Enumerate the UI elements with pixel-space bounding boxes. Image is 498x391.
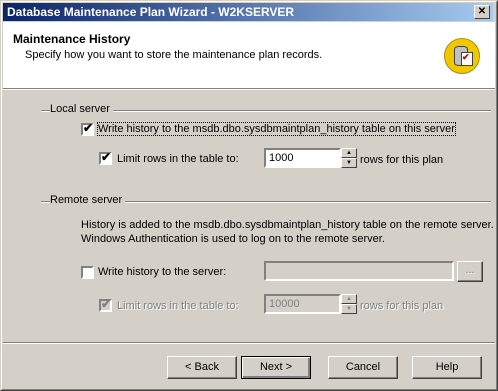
limit-rows-remote-spinner[interactable]: ▲ ▼ (341, 294, 357, 314)
close-button[interactable]: ✕ (474, 5, 490, 19)
write-history-remote-label[interactable]: Write history to the server: (98, 266, 226, 278)
cancel-button[interactable]: Cancel (328, 356, 398, 379)
checkmark-icon: ✔ (101, 150, 112, 164)
remote-server-input[interactable] (264, 261, 454, 281)
browse-server-label: ... (465, 264, 475, 276)
limit-rows-remote-checkbox[interactable]: ✔ (99, 297, 112, 312)
wizard-header: Maintenance History Specify how you want… (3, 22, 495, 88)
checkmark-icon: ✔ (83, 121, 94, 135)
title-bar[interactable]: Database Maintenance Plan Wizard - W2KSE… (3, 3, 493, 21)
page-title: Maintenance History (13, 32, 131, 46)
limit-rows-local-suffix: rows for this plan (360, 154, 444, 166)
local-server-label: Local server (50, 103, 113, 115)
limit-rows-remote-suffix: rows for this plan (360, 300, 444, 312)
checkmark-icon: ✔ (101, 297, 112, 311)
back-button[interactable]: < Back (167, 356, 237, 379)
spin-up-icon[interactable]: ▲ (341, 294, 357, 304)
remote-info-line2: Windows Authentication is used to log on… (81, 233, 385, 245)
browse-server-button[interactable]: ... (457, 261, 483, 282)
spin-down-icon[interactable]: ▼ (341, 304, 357, 314)
remote-server-label: Remote server (50, 194, 126, 206)
spin-down-icon[interactable]: ▼ (341, 158, 357, 168)
wizard-window: Database Maintenance Plan Wizard - W2KSE… (0, 0, 498, 391)
limit-rows-remote-label[interactable]: Limit rows in the table to: (117, 300, 239, 312)
spin-up-icon[interactable]: ▲ (341, 148, 357, 158)
maintenance-plan-icon: ✔ (444, 38, 480, 74)
write-history-local-label[interactable]: Write history to the msdb.dbo.sysdbmaint… (97, 122, 456, 136)
remote-info-line1: History is added to the msdb.dbo.sysdbma… (81, 219, 494, 231)
footer-divider (3, 342, 495, 344)
limit-rows-local-spinner[interactable]: ▲ ▼ (341, 148, 357, 168)
write-history-remote-checkbox[interactable] (81, 266, 94, 279)
limit-rows-remote-input[interactable]: 10000 (264, 294, 341, 314)
window-title: Database Maintenance Plan Wizard - W2KSE… (7, 5, 295, 19)
next-button[interactable]: Next > (241, 356, 311, 379)
write-history-local-checkbox[interactable]: ✔ (81, 121, 94, 136)
limit-rows-local-checkbox[interactable]: ✔ (99, 150, 112, 165)
checkmark-icon: ✔ (462, 52, 470, 62)
page-subtitle: Specify how you want to store the mainte… (25, 49, 323, 61)
header-divider (3, 88, 495, 90)
limit-rows-local-label[interactable]: Limit rows in the table to: (117, 153, 239, 165)
close-icon: ✕ (477, 6, 487, 17)
help-button[interactable]: Help (412, 356, 482, 379)
write-history-local-text: Write history to the msdb.dbo.sysdbmaint… (98, 123, 455, 135)
limit-rows-local-input[interactable]: 1000 (264, 148, 341, 168)
